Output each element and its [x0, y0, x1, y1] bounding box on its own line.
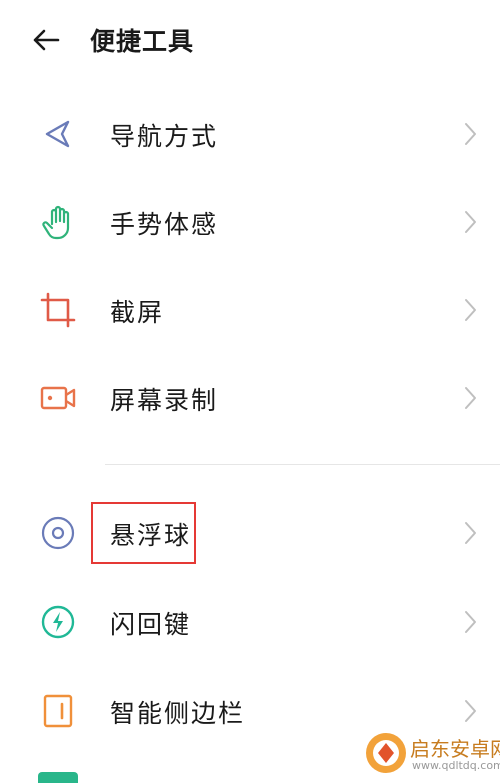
menu-item-screenshot[interactable]: 截屏 — [0, 266, 500, 354]
menu-item-flash-key[interactable]: 闪回键 — [0, 578, 500, 666]
menu-item-label: 智能侧边栏 — [110, 699, 246, 728]
menu-item-navigation[interactable]: 导航方式 — [0, 90, 500, 178]
menu-item-label: 截屏 — [110, 298, 165, 327]
chevron-right-icon — [465, 387, 476, 409]
chevron-right-icon — [465, 700, 476, 722]
watermark-text: 启东安卓网 — [410, 737, 500, 761]
back-arrow-icon[interactable] — [30, 24, 62, 56]
menu-item-label: 屏幕录制 — [110, 386, 219, 415]
menu-item-label: 闪回键 — [110, 610, 192, 639]
chevron-right-icon — [465, 299, 476, 321]
header-bar: 便捷工具 — [0, 0, 500, 80]
watermark: 启东安卓网 www.qdltdq.com — [364, 729, 500, 779]
highlight-box — [91, 502, 196, 564]
chevron-right-icon — [465, 522, 476, 544]
menu-item-label: 导航方式 — [110, 122, 219, 151]
crop-icon — [40, 292, 76, 328]
smart-sidebar-icon — [43, 694, 73, 728]
section-divider — [105, 464, 500, 465]
chevron-right-icon — [465, 211, 476, 233]
next-item-icon-partial — [38, 772, 78, 783]
watermark-url: www.qdltdq.com — [412, 759, 500, 772]
floating-ball-icon — [41, 516, 75, 550]
page-title: 便捷工具 — [90, 27, 195, 56]
menu-item-screen-record[interactable]: 屏幕录制 — [0, 354, 500, 442]
chevron-right-icon — [465, 123, 476, 145]
screen-record-icon — [40, 386, 76, 410]
navigation-icon — [45, 120, 70, 148]
menu-item-floating-ball[interactable]: 悬浮球 — [0, 489, 500, 577]
menu-item-gesture[interactable]: 手势体感 — [0, 178, 500, 266]
flash-key-icon — [41, 605, 75, 639]
watermark-logo-icon — [366, 733, 406, 773]
chevron-right-icon — [465, 611, 476, 633]
menu-item-label: 手势体感 — [110, 210, 219, 239]
hand-gesture-icon — [42, 205, 70, 240]
